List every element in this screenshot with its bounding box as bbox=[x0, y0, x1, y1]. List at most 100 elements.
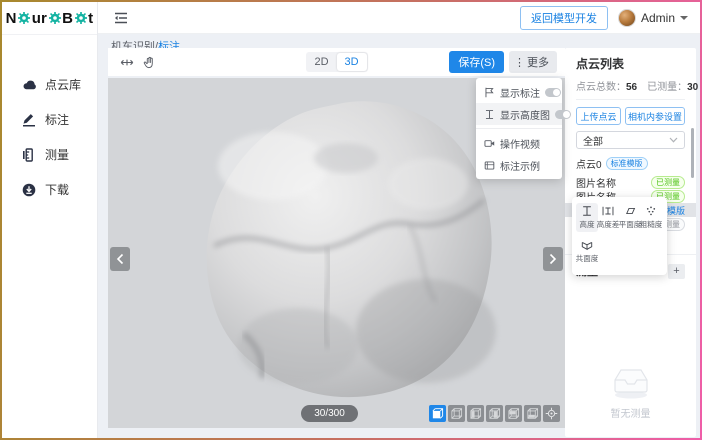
pointcloud-group-row[interactable]: 点云0 标准模版 bbox=[576, 156, 685, 171]
tool-label: 高度 bbox=[579, 219, 594, 229]
avatar bbox=[618, 9, 636, 27]
measure-tools-popup: 高度 高度差 平面度 粗糙度 共面度 bbox=[572, 197, 667, 275]
hand-icon bbox=[143, 56, 156, 69]
sidebar-item-pointcloud-library[interactable]: 点云库 bbox=[2, 67, 97, 102]
cube-wireframe-icon bbox=[507, 407, 520, 420]
tool-flatness[interactable]: 平面度 bbox=[619, 203, 641, 232]
plane-icon bbox=[624, 205, 636, 217]
sidebar: Nur Bt 点云库 标注 测量 下载 bbox=[2, 2, 98, 438]
caret-down-icon bbox=[680, 16, 688, 20]
filter-select[interactable]: 全部 bbox=[576, 131, 685, 149]
sidebar-item-download[interactable]: 下载 bbox=[2, 172, 97, 207]
menu-item-show-annotation[interactable]: 显示标注 bbox=[476, 81, 562, 103]
pen-icon bbox=[22, 113, 36, 127]
move-icon bbox=[120, 56, 134, 69]
menu-item-label: 显示标注 bbox=[500, 85, 540, 100]
content-area: 机车识别/标注 2D 3D 保存(S) ⋮更多 bbox=[98, 34, 700, 438]
menu-item-tutorial-video[interactable]: 操作视频 bbox=[476, 132, 562, 154]
user-menu[interactable]: Admin bbox=[618, 9, 688, 27]
cube-wireframe-icon bbox=[526, 407, 539, 420]
view-mode-toggle: 2D 3D bbox=[306, 52, 368, 72]
back-to-model-dev-button[interactable]: 返回模型开发 bbox=[520, 6, 608, 30]
next-image-button[interactable] bbox=[543, 247, 563, 271]
menu-item-label: 显示高度图 bbox=[500, 107, 550, 122]
menu-item-show-heightmap[interactable]: 显示高度图 bbox=[476, 103, 562, 125]
height-icon bbox=[484, 109, 495, 120]
image-name: 图片名称 bbox=[576, 175, 651, 190]
view-cube-right-button[interactable] bbox=[486, 405, 503, 422]
save-button[interactable]: 保存(S) bbox=[449, 51, 504, 73]
sidebar-nav: 点云库 标注 测量 下载 bbox=[2, 35, 97, 207]
view-cube-front-button[interactable] bbox=[429, 405, 446, 422]
ellipsis-icon: ⋮ bbox=[514, 56, 525, 69]
viewer-toolbar: 2D 3D 保存(S) ⋮更多 bbox=[108, 48, 565, 76]
view-cube-back-button[interactable] bbox=[505, 405, 522, 422]
pan-tool-button[interactable] bbox=[116, 52, 138, 72]
app-logo: Nur Bt bbox=[2, 2, 97, 35]
prev-image-button[interactable] bbox=[110, 247, 130, 271]
height-diff-icon bbox=[602, 205, 614, 217]
show-annotation-toggle[interactable] bbox=[545, 88, 561, 97]
example-frame-icon bbox=[484, 160, 495, 171]
tool-roughness[interactable]: 粗糙度 bbox=[641, 203, 663, 232]
roughness-icon bbox=[645, 205, 657, 217]
show-heightmap-toggle[interactable] bbox=[555, 110, 571, 119]
cube-wireframe-icon bbox=[469, 407, 482, 420]
coplanarity-icon bbox=[581, 239, 593, 251]
collapse-sidebar-button[interactable] bbox=[110, 8, 132, 28]
user-name: Admin bbox=[641, 11, 675, 25]
chevron-down-icon bbox=[669, 137, 678, 143]
logo-text: B bbox=[62, 10, 73, 27]
menu-item-label: 操作视频 bbox=[500, 136, 554, 151]
camera-params-button[interactable]: 相机内参设置 bbox=[625, 107, 685, 125]
list-item[interactable]: 图片名称 已测量 bbox=[565, 175, 696, 189]
logo-text: ur bbox=[32, 10, 47, 27]
tooth-3d-model bbox=[178, 96, 508, 401]
menu-item-annotation-example[interactable]: 标注示例 bbox=[476, 154, 562, 176]
upload-pointcloud-button[interactable]: 上传点云 bbox=[576, 107, 621, 125]
image-pager: 30/300 bbox=[301, 405, 358, 422]
grab-tool-button[interactable] bbox=[138, 52, 160, 72]
menu-divider bbox=[476, 128, 562, 129]
view-cube-left-button[interactable] bbox=[467, 405, 484, 422]
tool-height[interactable]: 高度 bbox=[576, 203, 598, 232]
add-measure-button[interactable]: + bbox=[668, 264, 685, 279]
crosshair-icon bbox=[545, 407, 558, 420]
tool-coplanarity[interactable]: 共面度 bbox=[576, 237, 598, 266]
panel-title: 点云列表 bbox=[576, 55, 685, 72]
view-preset-buttons bbox=[429, 405, 560, 422]
gear-icon bbox=[75, 12, 87, 24]
sidebar-item-label: 标注 bbox=[45, 111, 69, 128]
video-icon bbox=[484, 138, 495, 149]
cube-wireframe-icon bbox=[450, 407, 463, 420]
sidebar-item-annotate[interactable]: 标注 bbox=[2, 102, 97, 137]
template-badge: 标准模版 bbox=[606, 157, 648, 170]
view-3d-button[interactable]: 3D bbox=[337, 53, 367, 71]
stat-measured: 已测量：30 bbox=[647, 78, 698, 93]
view-cube-bottom-button[interactable] bbox=[524, 405, 541, 422]
tool-label: 粗糙度 bbox=[640, 219, 663, 229]
top-header: 返回模型开发 Admin bbox=[98, 2, 700, 34]
logo-text: N bbox=[6, 10, 17, 27]
view-cube-top-button[interactable] bbox=[448, 405, 465, 422]
menu-fold-icon bbox=[114, 12, 128, 24]
status-badge: 已测量 bbox=[651, 176, 685, 189]
group-name: 点云0 bbox=[576, 156, 602, 171]
sidebar-item-label: 下载 bbox=[45, 181, 69, 198]
chevron-right-icon bbox=[549, 253, 557, 265]
height-icon bbox=[581, 205, 593, 217]
more-button[interactable]: ⋮更多 bbox=[509, 51, 557, 73]
sidebar-item-label: 点云库 bbox=[45, 76, 81, 93]
flag-icon bbox=[484, 87, 495, 98]
logo-text: t bbox=[88, 10, 93, 27]
menu-item-label: 标注示例 bbox=[500, 158, 554, 173]
tool-height-diff[interactable]: 高度差 bbox=[598, 203, 620, 232]
tool-label: 高度差 bbox=[597, 219, 620, 229]
ruler-icon bbox=[22, 148, 36, 162]
panel-scrollbar[interactable] bbox=[691, 128, 694, 178]
sidebar-item-measure[interactable]: 测量 bbox=[2, 137, 97, 172]
locate-center-button[interactable] bbox=[543, 405, 560, 422]
view-2d-button[interactable]: 2D bbox=[307, 53, 337, 71]
cube-icon bbox=[431, 407, 444, 420]
download-icon bbox=[22, 183, 36, 197]
